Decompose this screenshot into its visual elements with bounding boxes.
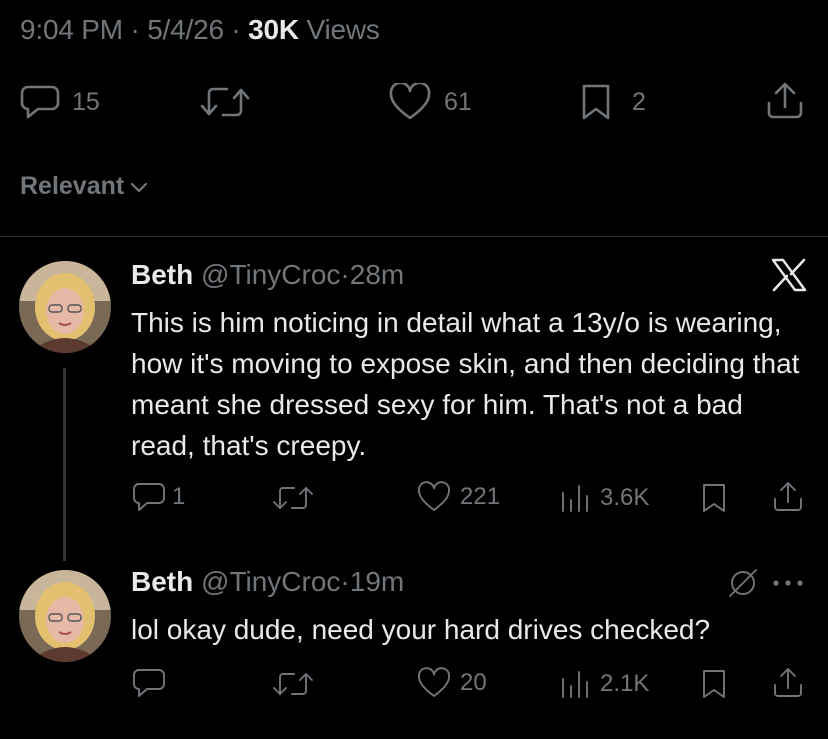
share-button[interactable] — [771, 666, 805, 700]
repost-button[interactable] — [272, 483, 314, 513]
views-button[interactable]: 3.6K — [560, 482, 649, 514]
divider — [0, 236, 828, 237]
bookmark-icon — [580, 83, 612, 121]
share-button[interactable] — [765, 81, 805, 121]
display-name[interactable]: Beth — [131, 566, 193, 597]
bookmark-count: 2 — [632, 87, 646, 116]
bookmark-button[interactable] — [700, 668, 728, 700]
reply-count: 1 — [172, 483, 186, 510]
share-icon — [771, 480, 805, 514]
reply-count: 15 — [72, 87, 100, 116]
x-logo-icon — [771, 258, 807, 292]
views-chart-icon — [560, 482, 590, 514]
views-button[interactable]: 2.1K — [560, 668, 649, 700]
repost-icon — [272, 669, 314, 699]
like-button[interactable]: 61 — [388, 83, 472, 121]
share-icon — [765, 81, 805, 121]
chevron-down-icon — [130, 181, 148, 193]
bookmark-button[interactable] — [700, 482, 728, 514]
like-count: 20 — [460, 669, 487, 696]
reply-icon — [132, 481, 166, 513]
heart-icon — [416, 481, 452, 513]
views-count: 3.6K — [600, 484, 650, 511]
avatar[interactable] — [19, 570, 111, 662]
handle[interactable]: @TinyCroc — [201, 259, 340, 290]
display-name[interactable]: Beth — [131, 259, 193, 290]
bookmark-button[interactable]: 2 — [580, 83, 646, 121]
post-meta: 9:04 PM · 5/4/26 · 30K Views — [20, 14, 380, 45]
share-button[interactable] — [771, 480, 805, 514]
sort-dropdown[interactable]: Relevant — [20, 172, 148, 201]
views-count[interactable]: 30K — [248, 14, 299, 45]
repost-icon — [272, 483, 314, 513]
views-label: Views — [306, 14, 380, 45]
heart-icon — [388, 83, 432, 121]
post-time: 9:04 PM — [20, 14, 123, 45]
repost-button[interactable] — [200, 84, 250, 120]
repost-button[interactable] — [272, 669, 314, 699]
reply-text: This is him noticing in detail what a 13… — [131, 307, 800, 461]
like-count: 221 — [460, 483, 501, 510]
thread-line — [63, 368, 66, 561]
reply-button[interactable]: 1 — [132, 481, 185, 513]
bookmark-icon — [700, 482, 728, 514]
like-button[interactable]: 221 — [416, 481, 500, 513]
like-count: 61 — [444, 87, 472, 116]
heart-icon — [416, 667, 452, 699]
repost-icon — [200, 84, 250, 120]
mute-icon[interactable] — [726, 566, 760, 600]
views-chart-icon — [560, 668, 590, 700]
reply-button[interactable] — [132, 667, 166, 699]
share-icon — [771, 666, 805, 700]
avatar[interactable] — [19, 261, 111, 353]
bookmark-icon — [700, 668, 728, 700]
like-button[interactable]: 20 — [416, 667, 487, 699]
reply-header: Beth @TinyCroc·28m — [131, 259, 405, 290]
reply-button[interactable]: 15 — [20, 83, 100, 121]
reply-time[interactable]: 28m — [350, 259, 404, 290]
post-date: 5/4/26 — [147, 14, 224, 45]
reply-text: lol okay dude, need your hard drives che… — [131, 614, 711, 645]
reply-header: Beth @TinyCroc·19m — [131, 566, 405, 597]
reply-icon — [20, 83, 60, 121]
views-count: 2.1K — [600, 670, 650, 697]
more-icon[interactable] — [771, 578, 805, 588]
handle[interactable]: @TinyCroc — [201, 566, 340, 597]
reply-time[interactable]: 19m — [350, 566, 404, 597]
sort-label: Relevant — [20, 172, 125, 200]
reply-icon — [132, 667, 166, 699]
